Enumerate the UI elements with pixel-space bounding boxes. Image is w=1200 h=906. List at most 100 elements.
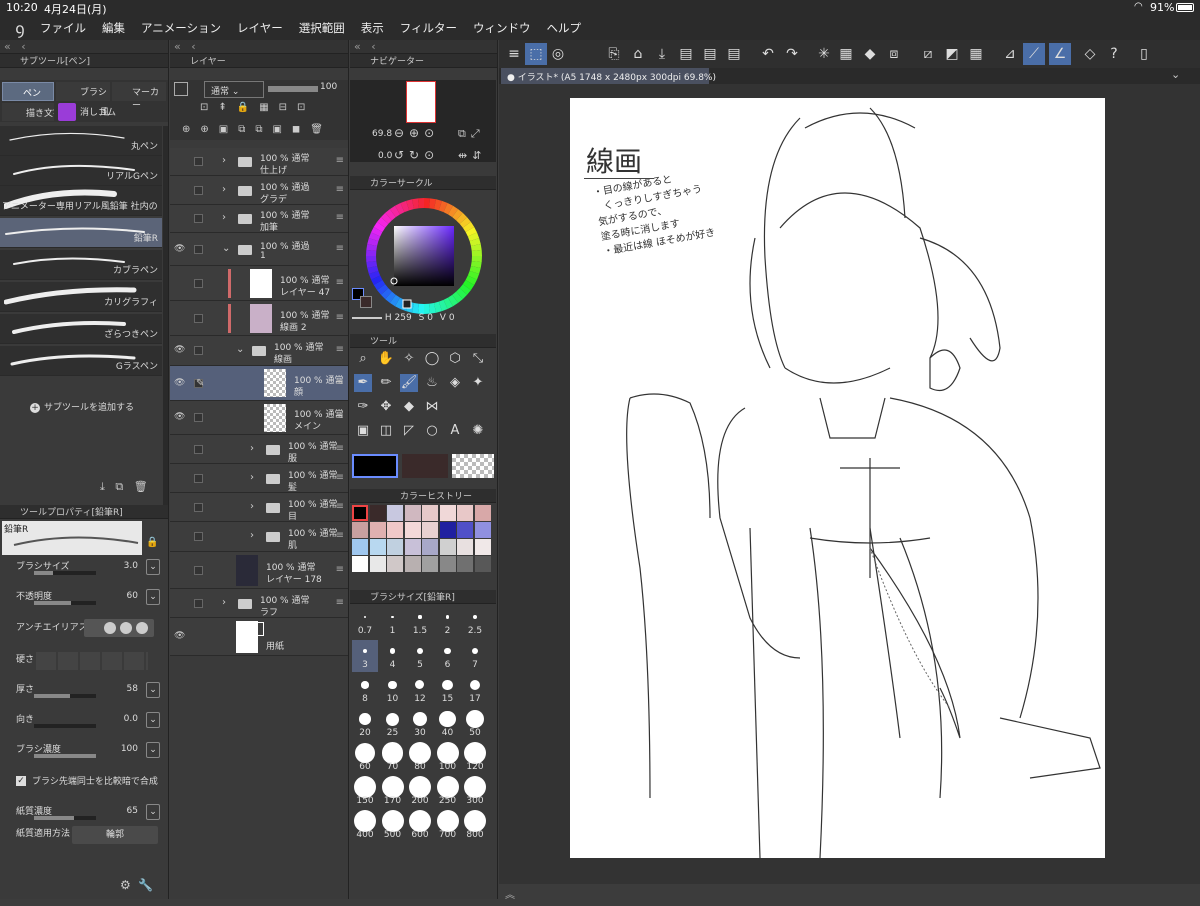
menu-selection[interactable]: 選択範囲 [299, 20, 345, 36]
layer-check[interactable] [194, 278, 203, 288]
brush-size-option[interactable]: 100 [435, 742, 461, 774]
pen-tool-icon[interactable]: ✒ [354, 374, 372, 392]
brush-item[interactable]: 鉛筆R [0, 218, 162, 248]
prop-slider[interactable] [34, 571, 96, 575]
chevron-down-icon[interactable]: ⌄ [236, 344, 244, 355]
layer-check[interactable] [194, 185, 203, 195]
prop-dropdown-button[interactable]: ⌄ [146, 742, 160, 758]
layer-row[interactable]: › 100 % 通常肌 ≡ [170, 522, 348, 552]
menu-icon[interactable]: ≡ [503, 43, 525, 65]
magic-icon[interactable]: ✧ [400, 350, 418, 368]
layer-row[interactable]: › 100 % 通常 加筆 ≡ [170, 205, 348, 233]
menu-filter[interactable]: フィルター [400, 20, 457, 36]
brush-item[interactable]: ざらつきペン [0, 314, 162, 344]
brush-size-option[interactable]: 3 [352, 640, 378, 672]
loading-icon[interactable]: ✳ [813, 43, 835, 65]
menu-layer[interactable]: レイヤー [237, 20, 283, 36]
history-swatch[interactable] [387, 505, 403, 521]
brush-list-scrollbar[interactable] [163, 126, 168, 506]
brush-size-option[interactable]: 20 [352, 708, 378, 740]
history-swatch[interactable] [387, 556, 403, 572]
antialias-selector[interactable] [84, 619, 154, 637]
deselect-icon[interactable]: ⧄ [917, 43, 939, 65]
layer-property-icon[interactable]: ◇ [1079, 43, 1101, 65]
prop-row[interactable]: アンチエイリアス [0, 618, 168, 640]
lasso-icon[interactable]: ◯ [423, 350, 441, 368]
fit-icons[interactable]: ⧉⤢ [458, 127, 485, 141]
prop-row[interactable]: ブラシ濃度 100 ⌄ [0, 740, 168, 762]
layer-row[interactable]: › 100 % 通常服 ≡ [170, 435, 348, 464]
brush-size-option[interactable]: 150 [352, 776, 378, 808]
hand-icon[interactable]: ✋ [377, 350, 395, 368]
chevron-right-icon[interactable]: › [250, 501, 254, 512]
layer-menu-icon[interactable]: ≡ [336, 530, 344, 541]
brush-size-option[interactable]: 500 [380, 810, 406, 842]
layer-menu-icon[interactable]: ≡ [336, 411, 344, 422]
brush-size-option[interactable]: 2.5 [462, 606, 488, 638]
panel-collapse-left[interactable]: « ‹ [0, 40, 168, 54]
history-swatch[interactable] [439, 556, 456, 572]
device-icon[interactable]: ▯ [1133, 43, 1155, 65]
brush-item[interactable]: 丸ペン [0, 126, 162, 156]
brush-size-option[interactable]: 5 [407, 640, 433, 672]
history-swatch[interactable] [369, 539, 386, 555]
transparent-color[interactable] [452, 454, 494, 478]
brush-size-option[interactable]: 8 [352, 674, 378, 706]
brush-size-option[interactable]: 7 [462, 640, 488, 672]
canvas-viewport[interactable]: 線画 ・目の線があると くっきりしすぎちゃう 気がするので、 塗る時に消します … [499, 84, 1200, 884]
history-swatch[interactable] [352, 556, 368, 572]
prop-slider[interactable] [34, 694, 96, 698]
layer-menu-icon[interactable]: ≡ [336, 472, 344, 483]
redo-icon[interactable]: ↷ [781, 43, 803, 65]
layer-check[interactable] [194, 532, 203, 541]
undo-icon[interactable]: ↶ [757, 43, 779, 65]
prop-row[interactable]: ✓ ブラシ先端同士を比較暗で合成 [0, 772, 168, 794]
layer-check[interactable] [194, 214, 203, 223]
fg-color[interactable] [352, 454, 398, 478]
clear-icon[interactable]: ▦ [835, 43, 857, 65]
brush-item[interactable]: カブラペン [0, 250, 162, 280]
select-layer-icon[interactable]: ⬚ [525, 43, 547, 65]
move-icon[interactable]: ✥ [377, 398, 395, 416]
brush-icon[interactable]: 🖌 [400, 374, 418, 392]
history-swatch[interactable] [457, 505, 473, 521]
prop-dropdown-button[interactable]: ⌄ [146, 589, 160, 605]
brush-size-option[interactable]: 170 [380, 776, 406, 808]
panel-collapse-middle[interactable]: « ‹ [350, 40, 497, 54]
vector-pen-icon[interactable]: ✑ [354, 398, 372, 416]
layer-check[interactable] [194, 413, 203, 422]
layer-row[interactable]: 100 % 通常 レイヤー 178 ≡ [170, 552, 348, 589]
layer-row[interactable]: 100 % 通常 レイヤー 47 ≡ [170, 266, 348, 301]
history-swatch[interactable] [404, 556, 421, 572]
layer-row[interactable]: › 100 % 通常 ラフ ≡ [170, 589, 348, 618]
brush-item[interactable]: アニメーター専用リアル風鉛筆 社内の [0, 186, 162, 216]
brush-size-option[interactable]: 25 [380, 708, 406, 740]
history-swatch[interactable] [404, 505, 421, 521]
eye-icon[interactable]: 👁 [174, 631, 185, 641]
hsv-h[interactable]: 259 [395, 313, 412, 323]
history-swatch[interactable] [439, 539, 456, 555]
grid-icon[interactable]: ▦ [965, 43, 987, 65]
invert-icon[interactable]: ◩ [941, 43, 963, 65]
document-tab[interactable]: ● イラスト* (A5 1748 x 2480px 300dpi 69.8%) [501, 68, 716, 84]
brush-size-option[interactable]: 700 [435, 810, 461, 842]
chevron-right-icon[interactable]: › [222, 155, 226, 166]
brush-size-option[interactable]: 0.7 [352, 606, 378, 638]
prop-row[interactable]: 紙質適用方法 輪郭 [0, 824, 168, 846]
history-swatch[interactable] [387, 522, 403, 538]
frame-icon[interactable]: ◫ [377, 422, 395, 440]
chevron-right-icon[interactable]: › [250, 530, 254, 541]
brush-size-option[interactable]: 80 [407, 742, 433, 774]
tab-wind[interactable]: 風 [100, 105, 109, 118]
layer-check[interactable] [194, 502, 203, 512]
layer-check[interactable] [194, 313, 203, 323]
menu-window[interactable]: ウィンドウ [473, 20, 531, 36]
layer-select-icon[interactable] [174, 82, 188, 96]
brush-size-option[interactable]: 50 [462, 708, 488, 740]
menu-edit[interactable]: 編集 [102, 20, 125, 36]
brush-size-option[interactable]: 17 [462, 674, 488, 706]
layer-menu-icon[interactable]: ≡ [336, 597, 344, 608]
prop-row[interactable]: 紙質濃度 65 ⌄ [0, 802, 168, 824]
menu-animation[interactable]: アニメーション [141, 20, 221, 36]
brush-size-option[interactable]: 6 [435, 640, 461, 672]
